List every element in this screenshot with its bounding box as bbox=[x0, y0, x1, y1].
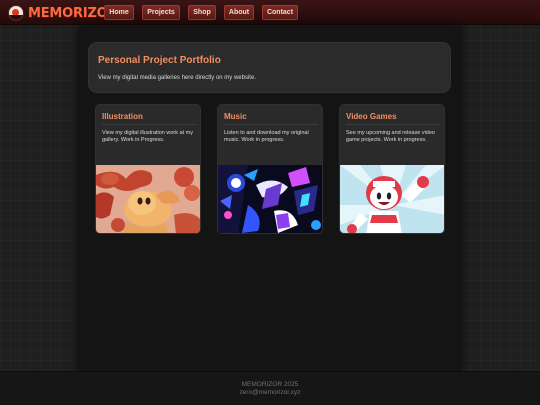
card-title: Illustration bbox=[102, 112, 143, 121]
card-music[interactable]: Music Listen to and download my original… bbox=[217, 104, 323, 234]
card-title: Video Games bbox=[346, 112, 397, 121]
game-character-icon[interactable] bbox=[340, 165, 444, 233]
footer-copyright: MEMORIZOR 2025 bbox=[241, 381, 299, 388]
card-divider bbox=[224, 124, 318, 125]
logo-mark-icon bbox=[8, 5, 24, 21]
nav-contact-button[interactable]: Contact bbox=[262, 5, 298, 20]
site-footer: MEMORIZOR 2025 zero@memorizor.xyz bbox=[0, 371, 540, 405]
card-title: Music bbox=[224, 112, 247, 121]
music-artwork-icon[interactable] bbox=[218, 165, 322, 233]
site-logo[interactable]: MEMORIZOR bbox=[8, 4, 118, 22]
card-video-games[interactable]: Video Games See my upcoming and release … bbox=[339, 104, 445, 234]
main-nav: Home Projects Shop About Contact bbox=[104, 5, 306, 20]
nav-home-button[interactable]: Home bbox=[104, 5, 134, 20]
card-illustration[interactable]: Illustration View my digital illustratio… bbox=[95, 104, 201, 234]
illustration-artwork-icon[interactable] bbox=[96, 165, 200, 233]
page-title: Personal Project Portfolio bbox=[98, 55, 221, 66]
top-navigation-bar: MEMORIZOR Home Projects Shop About Conta… bbox=[0, 0, 540, 25]
nav-about-button[interactable]: About bbox=[224, 5, 254, 20]
nav-projects-button[interactable]: Projects bbox=[142, 5, 180, 20]
card-description: Listen to and download my original music… bbox=[224, 130, 309, 143]
footer-email[interactable]: zero@memorizor.xyz bbox=[0, 389, 540, 396]
page-subtitle: View my digital media galleries here dir… bbox=[98, 75, 256, 81]
hero-panel: Personal Project Portfolio View my digit… bbox=[88, 42, 451, 93]
card-description: See my upcoming and release video game p… bbox=[346, 130, 435, 143]
card-divider bbox=[102, 124, 196, 125]
card-description: View my digital illustration work at my … bbox=[102, 130, 193, 143]
nav-shop-button[interactable]: Shop bbox=[188, 5, 216, 20]
card-divider bbox=[346, 124, 440, 125]
